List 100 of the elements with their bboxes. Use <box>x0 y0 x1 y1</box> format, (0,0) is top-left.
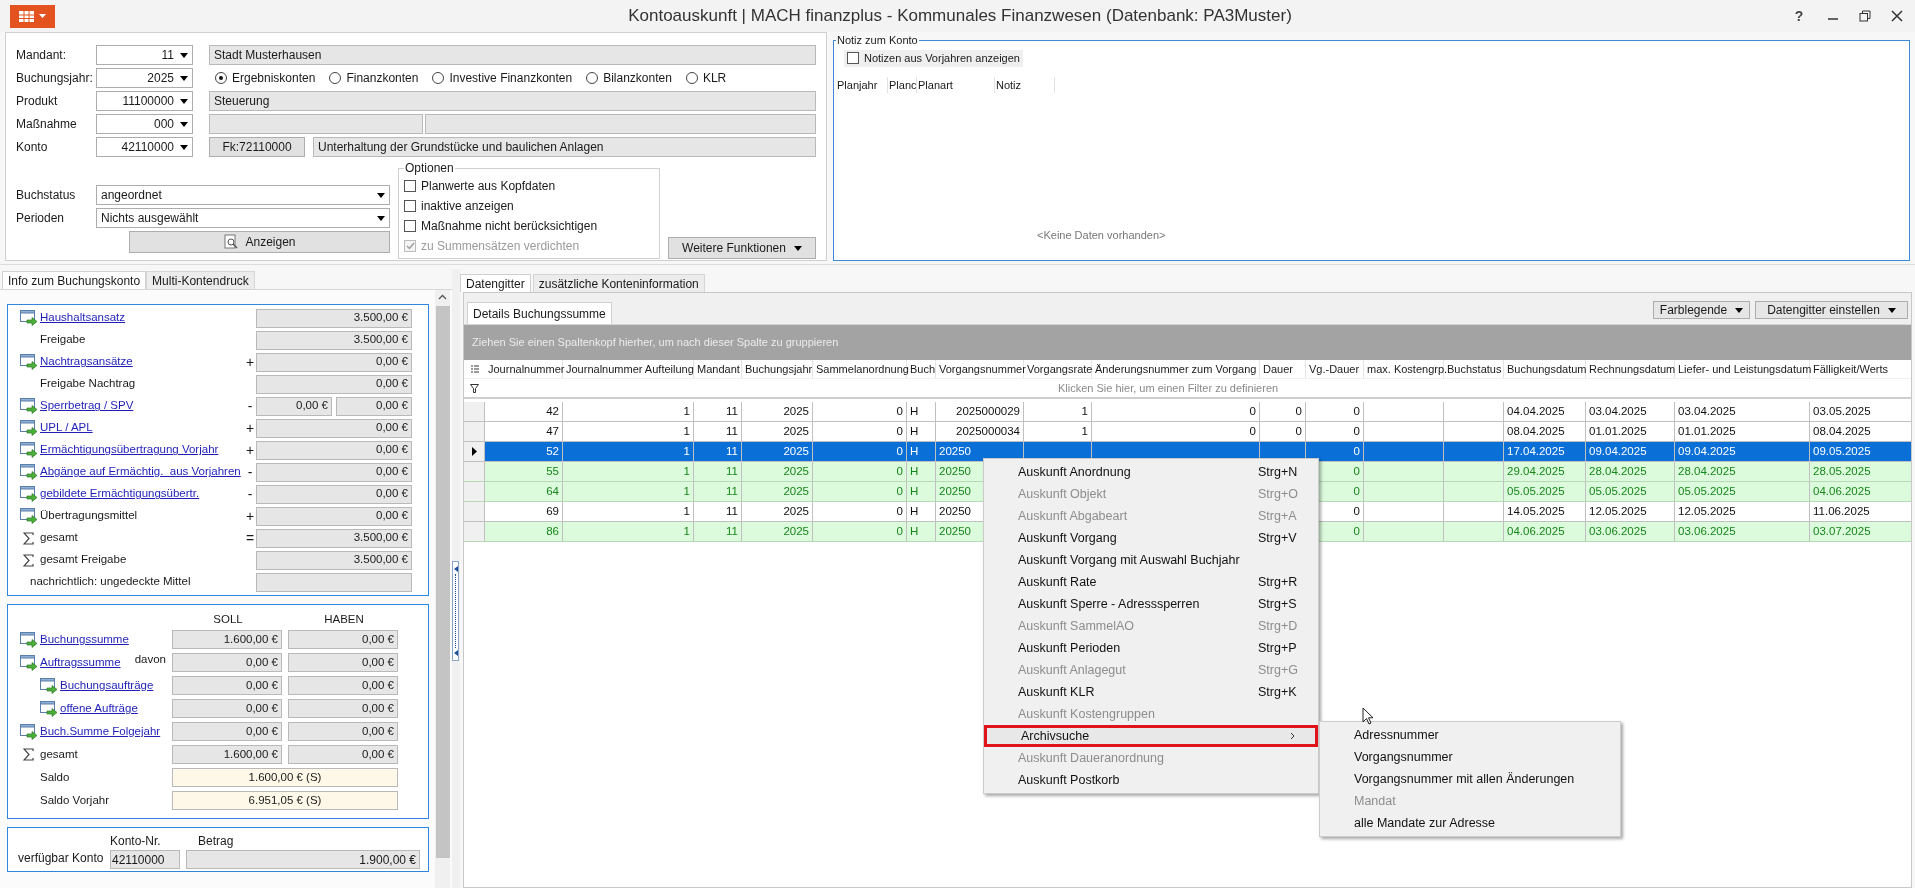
table-cell: 0 <box>1260 402 1306 421</box>
table-cell: 03.07.2025 <box>1810 522 1911 541</box>
field-label: Perioden <box>16 210 66 227</box>
operator: + <box>244 418 256 438</box>
table-cell: 05.05.2025 <box>1586 482 1675 501</box>
table-cell: 2025000029 <box>936 402 1024 421</box>
table-cell: 0 <box>1306 422 1364 441</box>
amount-field: 0,00 € <box>336 396 412 416</box>
checkbox-label: Notizen aus Vorjahren anzeigen <box>864 50 1020 66</box>
amount-field: 0,00 € <box>256 484 412 504</box>
amount-field: 0,00 € <box>288 653 398 672</box>
row-label: gesamt Freigabe <box>40 552 127 568</box>
table-cell: 0 <box>813 402 907 421</box>
field-label: Mandant: <box>16 47 68 64</box>
column-header: SOLL <box>212 611 244 627</box>
table-cell: 05.05.2025 <box>1504 482 1586 501</box>
table-cell: 11 <box>694 422 742 441</box>
amount-field: 0,00 € <box>172 722 282 741</box>
row-label: gesamt <box>40 746 78 762</box>
table-cell: 04.06.2025 <box>1504 522 1586 541</box>
table-cell: 2025 <box>742 522 813 541</box>
table-cell: 01.01.2025 <box>1586 422 1675 441</box>
table-cell: 0 <box>1092 422 1260 441</box>
table-cell: 69 <box>485 502 563 521</box>
amount-field: 0,00 € <box>256 396 332 416</box>
row-label: Übertragungsmittel <box>40 508 138 524</box>
table-cell: 0 <box>813 522 907 541</box>
table-cell: 86 <box>485 522 563 541</box>
table-cell: 64 <box>485 482 563 501</box>
table-cell: 03.04.2025 <box>1586 402 1675 421</box>
table-cell: H <box>907 442 936 461</box>
table-cell: 05.05.2025 <box>1675 482 1810 501</box>
table-cell: 0 <box>1306 402 1364 421</box>
table-cell: 11 <box>694 482 742 501</box>
window-title: Kontoauskunft | MACH finanzplus - Kommunales Finanzwesen (Datenbank: PA3Muster) <box>627 5 1293 27</box>
amount-field: 0,00 € <box>288 745 398 764</box>
readonly-field: Unterhaltung der Grundstücke und baulichen Anlagen <box>313 137 816 157</box>
table-cell: 09.04.2025 <box>1586 442 1675 461</box>
table-cell: 52 <box>485 442 563 461</box>
operator: - <box>246 462 254 482</box>
checkbox-label: Maßnahme nicht berücksichtigen <box>421 218 598 235</box>
amount-field: 0,00 € <box>288 676 398 695</box>
table-cell: 0 <box>813 502 907 521</box>
table-cell: H <box>907 502 936 521</box>
operator: + <box>244 352 256 372</box>
table-cell: H <box>907 522 936 541</box>
table-cell: 28.04.2025 <box>1675 462 1810 481</box>
readonly-field: Stadt Musterhausen <box>209 45 816 65</box>
column-header: Planjahr <box>836 76 888 93</box>
row-label: Saldo Vorjahr <box>40 792 110 808</box>
row-label: Freigabe <box>40 332 86 348</box>
amount-field: 1.900,00 € <box>186 850 420 869</box>
group-title: Optionen <box>404 160 455 177</box>
operator: + <box>244 440 256 460</box>
operator: = <box>244 528 256 548</box>
field-label: Buchungsjahr: <box>16 70 94 87</box>
table-cell: H <box>907 402 936 421</box>
table-cell: 03.05.2025 <box>1810 402 1911 421</box>
operator: - <box>246 484 254 504</box>
amount-field: 0,00 € <box>256 418 412 438</box>
table-cell: 2025 <box>742 482 813 501</box>
operator: + <box>244 506 256 526</box>
table-cell: 11.06.2025 <box>1810 502 1911 521</box>
table-cell: 0 <box>813 442 907 461</box>
table-cell: 47 <box>485 422 563 441</box>
column-header: Planart <box>917 76 995 93</box>
table-cell: 42 <box>485 402 563 421</box>
table-cell: 0 <box>813 422 907 441</box>
table-cell: 0 <box>1092 402 1260 421</box>
field-label: Buchstatus <box>16 187 77 204</box>
column-header: HABEN <box>323 611 365 627</box>
table-cell: 29.04.2025 <box>1504 462 1586 481</box>
table-cell: 11 <box>694 442 742 461</box>
amount-field: 0,00 € <box>256 352 412 372</box>
field-label: Produkt <box>16 93 59 110</box>
table-cell: 1 <box>563 482 694 501</box>
table-cell: 09.04.2025 <box>1675 442 1810 461</box>
empty-message: <Keine Daten vorhanden> <box>1037 227 1166 243</box>
radio-label: KLR <box>702 70 727 87</box>
radio-label: Finanzkonten <box>346 70 419 87</box>
table-cell: 1 <box>563 422 694 441</box>
table-cell: 04.06.2025 <box>1810 482 1911 501</box>
checkbox-label: inaktive anzeigen <box>421 198 514 215</box>
table-cell: 14.05.2025 <box>1504 502 1586 521</box>
table-cell: 55 <box>485 462 563 481</box>
balance-field: 6.951,05 € (S) <box>172 791 398 810</box>
table-cell: 1 <box>563 522 694 541</box>
amount-field: 0,00 € <box>256 440 412 460</box>
checkbox-label: zu Summensätzen verdichten <box>421 238 580 255</box>
table-cell: 2025 <box>742 462 813 481</box>
readonly-field: Steuerung <box>209 91 816 111</box>
row-label: verfügbar Konto <box>18 850 105 867</box>
column-header: Planc <box>888 76 917 93</box>
table-cell: 28.04.2025 <box>1586 462 1675 481</box>
table-cell: 11 <box>694 402 742 421</box>
row-note: davon <box>134 651 166 667</box>
row-label: Saldo <box>40 769 70 785</box>
amount-field: 0,00 € <box>288 722 398 741</box>
operator: - <box>246 396 254 416</box>
row-label: Freigabe Nachtrag <box>40 376 136 392</box>
